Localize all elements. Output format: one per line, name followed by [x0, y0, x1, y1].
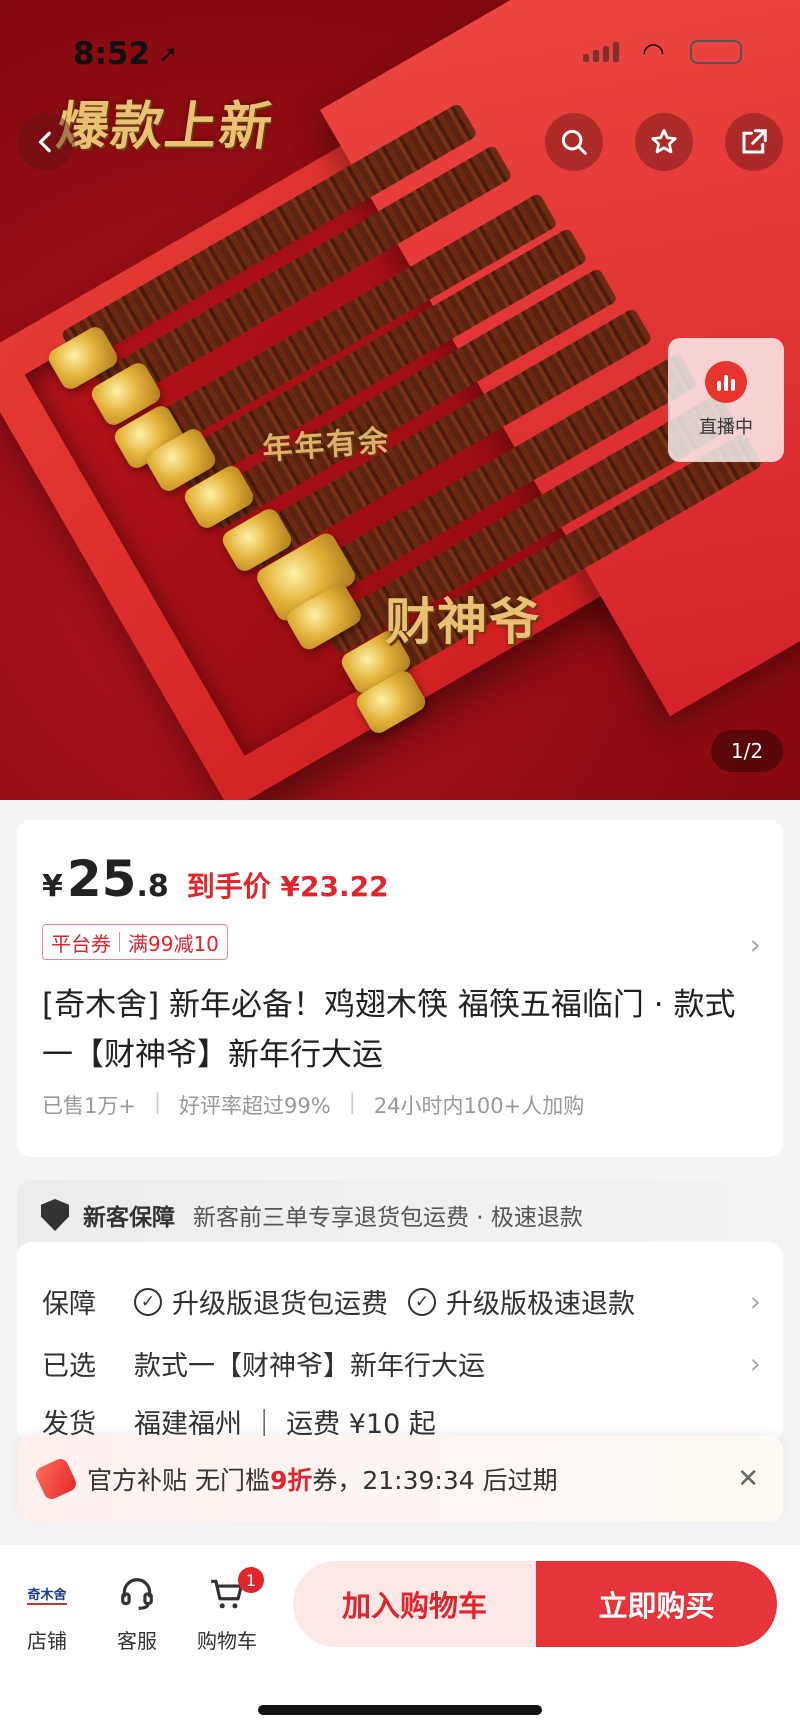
coupon-tag[interactable]: 平台券 满99减10 [42, 924, 228, 960]
close-icon[interactable]: ✕ [737, 1464, 759, 1494]
share-button[interactable] [725, 113, 783, 171]
image-pager: 1/2 [711, 730, 783, 772]
bottom-action-bar: 奇木舍 店铺 客服 1 购物车 加入购物车 立即购买 [0, 1545, 800, 1731]
coupon-tag-icon [33, 1456, 79, 1502]
hero-overlay-subtitle: 年年有余 [261, 423, 392, 468]
chevron-right-icon: › [749, 1347, 761, 1380]
product-image-carousel[interactable]: 爆款上新 年年有余 财神爷 8:52 ➚ ◠ 直播中 1/2 [0, 0, 800, 800]
search-icon [561, 129, 587, 155]
coupon-rule: 满99减10 [128, 931, 219, 956]
cart-button[interactable]: 1 购物车 [187, 1567, 267, 1654]
service-guarantee-row[interactable]: 保障 ✓ 升级版退货包运费 ✓ 升级版极速退款 › [42, 1282, 761, 1321]
headset-icon [121, 1578, 153, 1610]
customer-service-button[interactable]: 客服 [97, 1573, 177, 1654]
official-subsidy-banner[interactable]: 官方补贴 无门槛9折券，21:39:34 后过期 ✕ [17, 1436, 783, 1522]
buy-now-button[interactable]: 立即购买 [536, 1561, 777, 1647]
shield-icon [41, 1199, 69, 1231]
service-card: 保障 ✓ 升级版退货包运费 ✓ 升级版极速退款 › 已选 款式一【财神爷】新年行… [17, 1242, 783, 1442]
price-integer: 25 [66, 850, 137, 908]
guarantee-text: 新客前三单专享退货包运费 · 极速退款 [193, 1205, 583, 1231]
hero-overlay-subtitle: 财神爷 [385, 592, 541, 651]
check-circle-icon: ✓ [408, 1287, 436, 1316]
product-stats: 已售1万+ | 好评率超过99% | 24小时内100+人加购 [42, 1090, 585, 1118]
live-bars-icon [705, 361, 747, 403]
coupon-type: 平台券 [51, 931, 111, 956]
guarantee-item: 升级版极速退款 [446, 1289, 635, 1320]
add-to-cart-button[interactable]: 加入购物车 [293, 1561, 536, 1647]
chevron-left-icon [38, 131, 51, 153]
selected-variant-row[interactable]: 已选 款式一【财神爷】新年行大运 › [42, 1344, 761, 1383]
service-label: 保障 [42, 1289, 96, 1320]
price-row: ¥ 25 .8 到手价 ¥23.22 [42, 850, 389, 908]
star-icon [651, 129, 677, 154]
status-time: 8:52 [73, 36, 151, 72]
live-label: 直播中 [699, 417, 753, 438]
wifi-icon: ◠ [642, 38, 665, 68]
selected-variant: 款式一【财神爷】新年行大运 [134, 1351, 485, 1382]
location-arrow-icon: ➚ [158, 40, 179, 68]
share-icon [742, 129, 767, 154]
price-currency: ¥ [42, 869, 63, 904]
favorite-button[interactable] [635, 113, 693, 171]
battery-icon [690, 40, 742, 64]
price-decimal: .8 [136, 869, 169, 904]
guarantee-label: 新客保障 [83, 1205, 175, 1231]
final-price: 到手价 ¥23.22 [186, 870, 389, 903]
product-title: [奇木舍] 新年必备！鸡翅木筷 福筷五福临门 · 款式一【财神爷】新年行大运 [42, 987, 736, 1073]
subsidy-text: 官方补贴 无门槛9折券，21:39:34 后过期 [87, 1466, 558, 1495]
shop-logo: 奇木舍 [27, 1584, 67, 1605]
back-button[interactable] [17, 113, 75, 171]
cart-label: 购物车 [197, 1629, 257, 1653]
stat-rating: 好评率超过99% [179, 1094, 331, 1118]
check-circle-icon: ✓ [134, 1287, 162, 1316]
new-customer-guarantee[interactable]: 新客保障 新客前三单专享退货包运费 · 极速退款 [17, 1180, 783, 1250]
price-card: ¥ 25 .8 到手价 ¥23.22 平台券 满99减10 › [奇木舍] 新年… [17, 820, 783, 1157]
stat-sold: 已售1万+ [42, 1094, 136, 1118]
service-nav-label: 客服 [117, 1629, 157, 1653]
guarantee-item: 升级版退货包运费 [172, 1289, 388, 1320]
stat-cart: 24小时内100+人加购 [373, 1094, 585, 1118]
search-button[interactable] [545, 113, 603, 171]
live-stream-badge[interactable]: 直播中 [668, 338, 784, 462]
chevron-right-icon: › [749, 1285, 761, 1318]
home-indicator [258, 1705, 542, 1715]
chevron-right-icon[interactable]: › [750, 928, 761, 961]
status-bar: 8:52 ➚ ◠ [0, 0, 800, 100]
shop-button[interactable]: 奇木舍 店铺 [7, 1573, 87, 1654]
cart-count-badge: 1 [238, 1567, 264, 1593]
service-label: 已选 [42, 1351, 96, 1382]
shop-label: 店铺 [27, 1629, 67, 1653]
cellular-signal-icon [583, 42, 619, 62]
